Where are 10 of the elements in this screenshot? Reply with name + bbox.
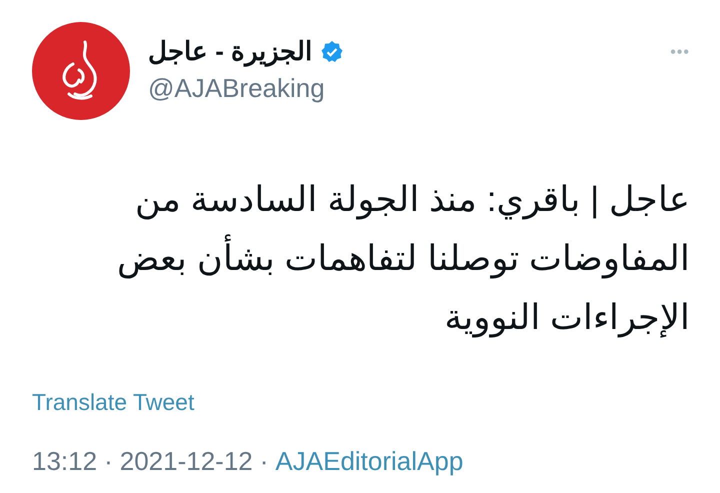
tweet-date: 2021-12-12	[120, 446, 253, 477]
source-link[interactable]: AJAEditorialApp	[275, 446, 464, 477]
account-handle: @AJABreaking	[148, 73, 326, 104]
tweet-time: 13:12	[32, 446, 98, 477]
tweet-text: عاجل | باقري: منذ الجولة السادسة من المفاوضات توصلنا لتفاهمات بشأن بعض الإجراءات النووية	[116, 179, 690, 340]
separator: ·	[260, 446, 268, 477]
more-button[interactable]: •••	[670, 44, 690, 62]
translate-link[interactable]: Translate Tweet	[32, 389, 194, 416]
separator: ·	[104, 446, 113, 477]
account-name: الجزيرة - عاجل	[148, 36, 312, 67]
